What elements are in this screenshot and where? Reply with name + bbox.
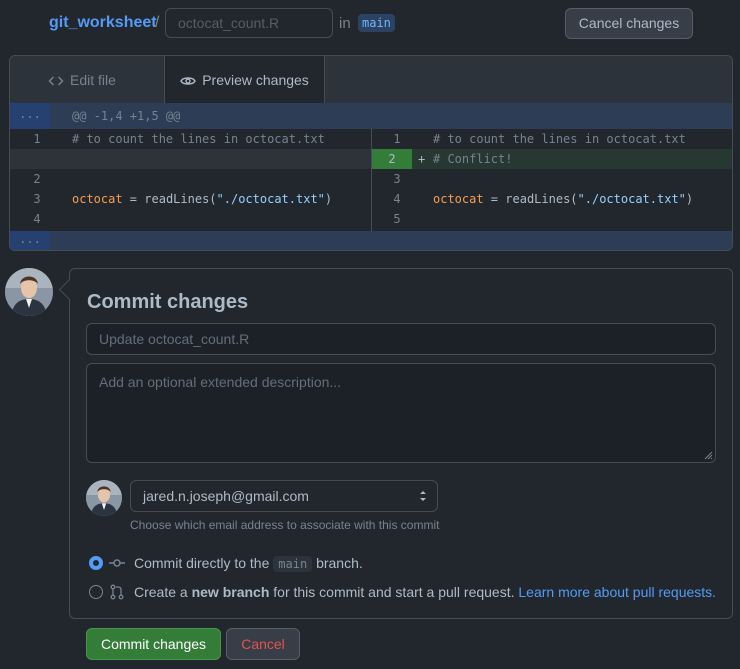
option-direct-suffix: branch. xyxy=(316,555,363,571)
code-variable: octocat xyxy=(433,192,484,206)
code-paren: ) xyxy=(324,192,333,206)
line-number: 5 xyxy=(393,212,401,226)
line-code: # Conflict! xyxy=(433,152,513,166)
line-number: 2 xyxy=(372,149,412,169)
code-operator: = xyxy=(483,192,506,206)
email-select[interactable]: jared.n.joseph@gmail.com xyxy=(130,480,438,512)
author-avatar xyxy=(86,480,122,516)
cancel-changes-button[interactable]: Cancel changes xyxy=(565,8,693,39)
email-hint: Choose which email address to associate … xyxy=(130,518,440,532)
line-number: 3 xyxy=(33,192,41,206)
diff-added-row xyxy=(372,149,732,169)
repo-name-link[interactable]: git_worksheet xyxy=(49,14,157,32)
editor-tabs: Edit file Preview changes xyxy=(10,56,732,104)
diff-panel: Edit file Preview changes ... @@ -1,4 +1… xyxy=(9,55,733,251)
in-label: in xyxy=(339,15,351,32)
tab-preview-label: Preview changes xyxy=(202,72,309,88)
code-paren: ) xyxy=(685,192,694,206)
code-variable: octocat xyxy=(72,192,123,206)
branch-badge: main xyxy=(358,14,395,32)
commit-title: Commit changes xyxy=(87,291,249,313)
line-number: 3 xyxy=(393,172,401,186)
split-diff: 1 # to count the lines in octocat.txt 2 … xyxy=(10,129,732,231)
expand-down-button[interactable]: ... xyxy=(10,231,50,250)
path-separator: / xyxy=(155,14,160,31)
option-new-prefix: Create a xyxy=(134,584,188,600)
radio-commit-direct[interactable] xyxy=(89,556,103,570)
code-icon xyxy=(48,76,64,86)
learn-more-link[interactable]: Learn more about pull requests. xyxy=(518,584,716,600)
avatar[interactable] xyxy=(5,268,53,316)
code-string: "./octocat.txt" xyxy=(216,192,325,206)
option-direct-branch: main xyxy=(273,556,313,572)
code-paren: ( xyxy=(209,192,217,206)
commit-summary-input[interactable]: Update octocat_count.R xyxy=(86,323,716,355)
tab-edit-file[interactable]: Edit file xyxy=(48,56,116,104)
commit-changes-button[interactable]: Commit changes xyxy=(86,628,221,660)
expand-up-button[interactable]: ... xyxy=(10,103,50,129)
line-code: octocat = readLines("./octocat.txt") xyxy=(433,189,693,209)
git-pull-request-icon xyxy=(110,584,124,600)
radio-new-branch[interactable] xyxy=(89,585,103,599)
option-direct-label: Commit directly to the main branch. xyxy=(134,553,363,574)
line-number: 2 xyxy=(33,172,41,186)
cancel-button[interactable]: Cancel xyxy=(226,628,300,660)
line-number: 4 xyxy=(33,212,41,226)
diff-empty-row xyxy=(10,149,371,169)
hunk-header-row: ... @@ -1,4 +1,5 @@ xyxy=(10,103,732,129)
eye-icon xyxy=(180,77,196,85)
line-number: 1 xyxy=(393,132,401,146)
option-new-suffix: for this commit and start a pull request… xyxy=(273,584,515,600)
tab-preview-changes[interactable]: Preview changes xyxy=(164,56,325,104)
hunk-footer-row: ... xyxy=(10,231,732,250)
hunk-header: @@ -1,4 +1,5 @@ xyxy=(72,109,181,123)
line-code: octocat = readLines("./octocat.txt") xyxy=(72,189,332,209)
tab-edit-label: Edit file xyxy=(70,72,116,88)
code-paren: ( xyxy=(570,192,578,206)
line-code: # to count the lines in octocat.txt xyxy=(72,132,325,146)
line-number: 4 xyxy=(393,192,401,206)
filename-input[interactable]: octocat_count.R xyxy=(165,8,333,38)
file-header-bar: git_worksheet / octocat_count.R in main … xyxy=(0,0,740,50)
email-value: jared.n.joseph@gmail.com xyxy=(143,488,309,504)
diff-add-marker: + xyxy=(418,152,426,166)
code-string: "./octocat.txt" xyxy=(577,192,686,206)
line-code: # to count the lines in octocat.txt xyxy=(433,132,686,146)
commit-description-input[interactable]: Add an optional extended description... xyxy=(86,363,716,463)
option-new-bold: new branch xyxy=(191,584,270,600)
line-number: 1 xyxy=(33,132,41,146)
diff-divider xyxy=(371,129,372,231)
resize-grip-icon[interactable] xyxy=(703,450,713,460)
description-placeholder: Add an optional extended description... xyxy=(99,374,342,390)
select-arrows-icon xyxy=(420,491,426,501)
code-operator: = xyxy=(122,192,145,206)
git-commit-icon xyxy=(109,559,125,567)
code-function: readLines xyxy=(144,192,210,206)
code-function: readLines xyxy=(505,192,571,206)
option-new-label: Create a new branch for this commit and … xyxy=(134,582,716,602)
option-direct-prefix: Commit directly to the xyxy=(134,555,270,571)
